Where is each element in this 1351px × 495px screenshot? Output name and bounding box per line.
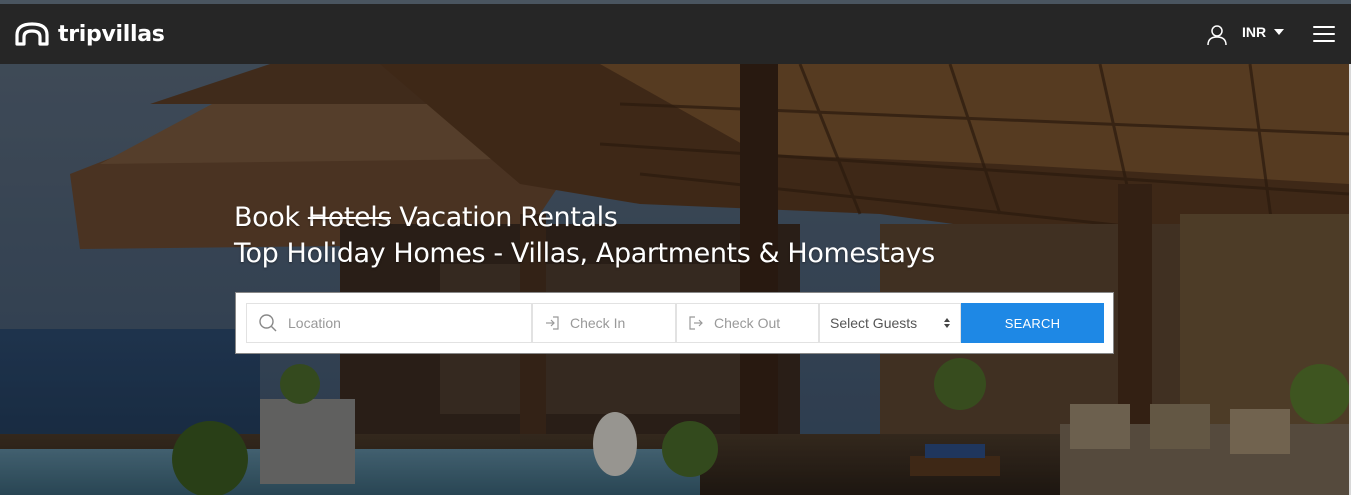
hamburger-menu-icon[interactable] xyxy=(1313,26,1335,42)
select-arrows-icon xyxy=(944,318,950,328)
checkin-placeholder: Check In xyxy=(570,315,626,331)
hero-headline: Book Hotels Vacation Rentals Top Holiday… xyxy=(234,200,935,272)
hero-banner: Book Hotels Vacation Rentals Top Holiday… xyxy=(0,64,1349,495)
headline-struck-hotels: Hotels xyxy=(307,202,392,233)
headline-vacation-rentals: Vacation Rentals xyxy=(399,202,618,233)
logout-arrow-icon xyxy=(688,315,704,331)
currency-label: INR xyxy=(1242,24,1267,40)
location-input[interactable]: Location xyxy=(246,303,532,343)
headline-book: Book xyxy=(234,202,300,233)
brand-name: tripvillas xyxy=(58,21,165,47)
top-navbar: tripvillas INR xyxy=(0,4,1351,64)
user-account-icon[interactable] xyxy=(1206,24,1228,46)
search-form: Location Check In Check Out Select Guest… xyxy=(235,292,1114,354)
headline-line-1: Book Hotels Vacation Rentals xyxy=(234,200,935,236)
checkout-placeholder: Check Out xyxy=(714,315,781,331)
location-placeholder: Location xyxy=(288,315,341,331)
logo-arch-icon xyxy=(15,22,49,46)
checkin-input[interactable]: Check In xyxy=(532,303,676,343)
guests-select[interactable]: Select Guests xyxy=(819,303,961,343)
currency-selector[interactable]: INR xyxy=(1242,24,1285,40)
hero-subheadline: Top Holiday Homes - Villas, Apartments &… xyxy=(234,238,935,269)
guests-selected-value: Select Guests xyxy=(830,315,918,331)
chevron-down-icon xyxy=(1274,29,1285,35)
search-button[interactable]: SEARCH xyxy=(961,303,1104,343)
search-icon xyxy=(258,313,278,333)
brand-logo[interactable]: tripvillas xyxy=(14,20,165,48)
hero-background-image xyxy=(0,64,1349,495)
login-arrow-icon xyxy=(544,315,560,331)
checkout-input[interactable]: Check Out xyxy=(676,303,819,343)
